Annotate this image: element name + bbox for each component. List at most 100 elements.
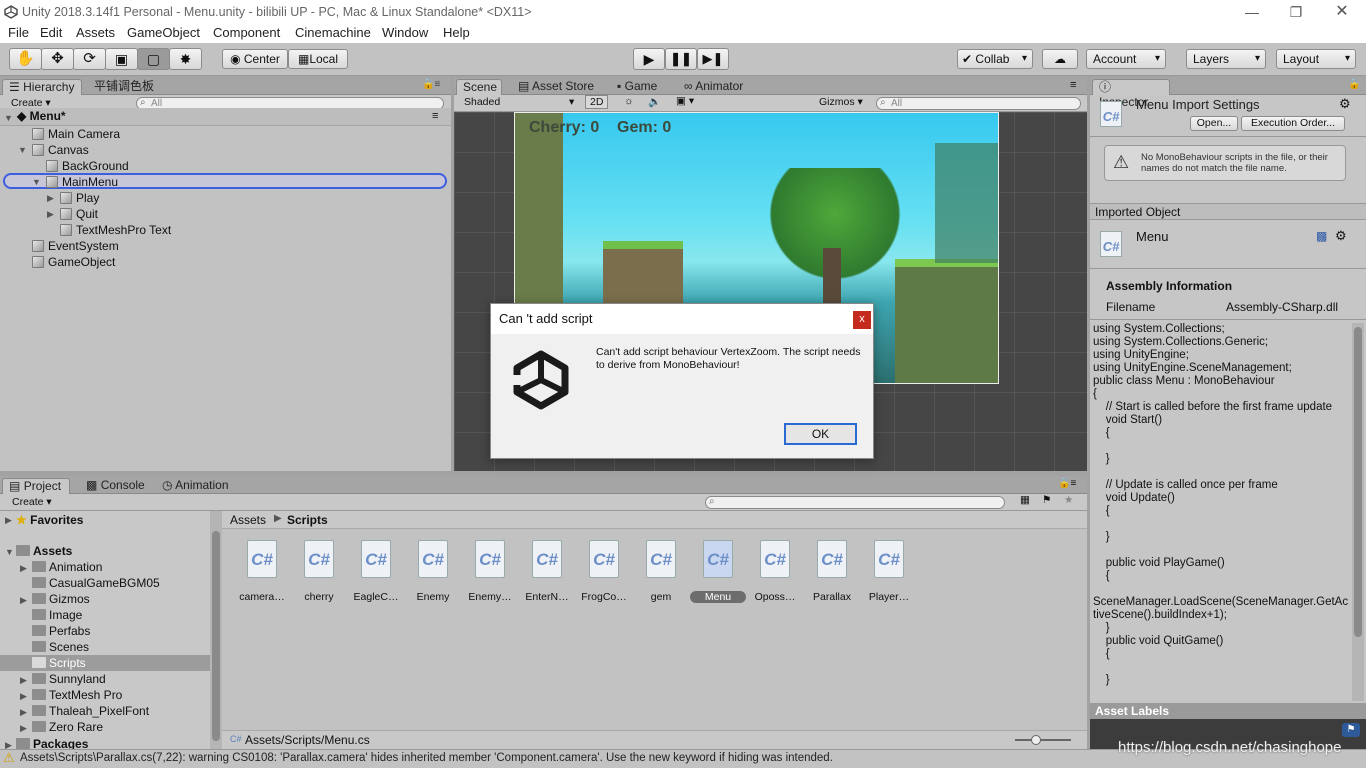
audio-icon[interactable]: 🔈 [648,95,661,108]
shading-dropdown[interactable]: Shaded ▾ [464,96,579,108]
assets-root-item[interactable]: Assets [16,543,72,559]
hierarchy-item-main-camera[interactable]: Main Camera [32,126,120,142]
scale-icon[interactable]: ▣ [105,48,138,70]
tab-game[interactable]: ▪ Game [611,79,663,95]
tab-inspector[interactable]: ⓘ Inspector [1092,79,1170,109]
lock-icon[interactable]: 🔒≡ [422,79,440,90]
folder-tree-scrollbar[interactable] [210,511,222,749]
file-enemy2[interactable]: C# Enemy… [464,540,516,603]
favorite-star-icon[interactable]: ★ [1064,494,1073,506]
project-search-input[interactable] [705,496,1005,509]
collapse-arrow-icon[interactable]: ▶ [47,209,54,220]
effects-icon[interactable]: ▣ ▾ [676,95,694,107]
menu-help[interactable]: Help [443,25,470,40]
expand-arrow-icon[interactable]: ▼ [18,145,27,155]
expand-arrow-icon[interactable]: ▼ [32,177,41,187]
favorites-item[interactable]: ★ Favorites [16,512,83,528]
close-icon[interactable]: ✕ [1330,2,1354,22]
hand-icon[interactable]: ✋ [9,48,42,70]
tag-icon[interactable]: ⚑ [1342,723,1360,737]
transform-icon[interactable]: ✸ [169,48,202,70]
toggle-2d-button[interactable]: 2D [585,95,609,109]
breadcrumb-assets[interactable]: Assets [230,513,266,527]
menu-gameobject[interactable]: GameObject [127,25,200,40]
expand-arrow-icon[interactable]: ▼ [5,547,14,557]
dialog-close-button[interactable]: x [853,311,871,329]
collapse-arrow-icon[interactable]: ▶ [20,595,27,606]
project-create-button[interactable]: Create ▾ [12,496,52,508]
folder-scripts[interactable]: Scripts [32,655,86,671]
light-icon[interactable]: ☼ [624,95,634,107]
breadcrumb-scripts[interactable]: Scripts [287,513,328,527]
folder-animation[interactable]: Animation [32,559,102,575]
play-button[interactable]: ▶ [633,48,665,70]
file-opossum[interactable]: C# Oposs… [749,540,801,603]
tab-tile-palette[interactable]: 平铺调色板 [88,79,160,95]
menu-window[interactable]: Window [382,25,428,40]
folder-gizmos[interactable]: Gizmos [32,591,90,607]
collapse-arrow-icon[interactable]: ▶ [5,515,12,526]
scene-header-row[interactable]: ▼ ◆ Menu* ≡ [0,108,451,126]
collapse-arrow-icon[interactable]: ▶ [47,193,54,204]
folder-scenes[interactable]: Scenes [32,639,89,655]
file-eaglecontroller[interactable]: C# EagleC… [350,540,402,603]
hierarchy-item-canvas[interactable]: Canvas [32,142,89,158]
restore-icon[interactable]: ❐ [1284,2,1308,22]
scene-search-input[interactable]: All [876,97,1081,110]
collab-button[interactable]: ✔ Collab [957,49,1033,69]
folder-casualgamebgm05[interactable]: CasualGameBGM05 [32,575,160,591]
folder-perfabs[interactable]: Perfabs [32,623,90,639]
menu-file[interactable]: File [8,25,29,40]
pause-button[interactable]: ❚❚ [665,48,697,70]
filter-label-icon[interactable]: ⚑ [1042,494,1051,506]
file-camera[interactable]: C# camera… [236,540,288,603]
hierarchy-item-mainmenu[interactable]: MainMenu [46,174,118,190]
open-button[interactable]: Open... [1190,116,1238,131]
hierarchy-item-gameobject[interactable]: GameObject [32,254,115,270]
tab-asset-store[interactable]: ▤ Asset Store [512,79,600,95]
lock-icon[interactable]: 🔒≡ [1058,478,1076,489]
icon-size-slider[interactable] [1015,735,1071,745]
folder-thaleah-pixelfont[interactable]: Thaleah_PixelFont [32,703,149,719]
layers-button[interactable]: Layers [1186,49,1266,69]
tab-animator[interactable]: ∞ Animator [678,79,749,95]
layout-button[interactable]: Layout [1276,49,1356,69]
collapse-arrow-icon[interactable]: ▶ [20,691,27,702]
gear-icon[interactable]: ⚙ [1335,228,1347,244]
tab-hierarchy[interactable]: ☰ Hierarchy [2,79,82,95]
menu-component[interactable]: Component [213,25,280,40]
scene-menu-icon[interactable]: ≡ [1070,79,1076,91]
step-button[interactable]: ▶❚ [697,48,729,70]
collapse-arrow-icon[interactable]: ▶ [20,707,27,718]
execution-order-button[interactable]: Execution Order... [1241,116,1345,131]
folder-sunnyland[interactable]: Sunnyland [32,671,106,687]
scrollbar-thumb[interactable] [212,531,220,741]
hierarchy-item-quit[interactable]: Quit [60,206,98,222]
file-cherry[interactable]: C# cherry [293,540,345,603]
folder-image[interactable]: Image [32,607,82,623]
pivot-local-button[interactable]: ▦Local [288,49,348,69]
packages-item[interactable]: Packages [16,736,88,749]
file-frogcontroller[interactable]: C# FrogCo… [578,540,630,603]
inspector-scrollbar[interactable] [1352,323,1364,701]
file-player[interactable]: C# Player… [863,540,915,603]
slider-thumb[interactable] [1031,735,1041,745]
filter-type-icon[interactable]: ▦ [1020,494,1030,506]
menu-edit[interactable]: Edit [40,25,62,40]
collapse-arrow-icon[interactable]: ▶ [20,563,27,574]
tab-scene[interactable]: Scene [456,79,502,95]
file-parallax[interactable]: C# Parallax [806,540,858,603]
cloud-button[interactable]: ☁ [1042,49,1078,69]
move-icon[interactable]: ✥ [41,48,74,70]
file-gem[interactable]: C# gem [635,540,687,603]
lock-icon[interactable]: 🔒 [1348,79,1360,90]
hierarchy-item-background[interactable]: BackGround [46,158,129,174]
rect-icon[interactable]: ▢ [137,48,170,70]
hierarchy-item-eventsystem[interactable]: EventSystem [32,238,119,254]
file-menu[interactable]: C# Menu [690,540,746,603]
menu-assets[interactable]: Assets [76,25,115,40]
file-enternext[interactable]: C# EnterN… [521,540,573,603]
minimize-icon[interactable]: — [1240,2,1264,22]
pivot-center-button[interactable]: ◉ Center [222,49,288,69]
help-book-icon[interactable]: ▩ [1316,229,1327,243]
